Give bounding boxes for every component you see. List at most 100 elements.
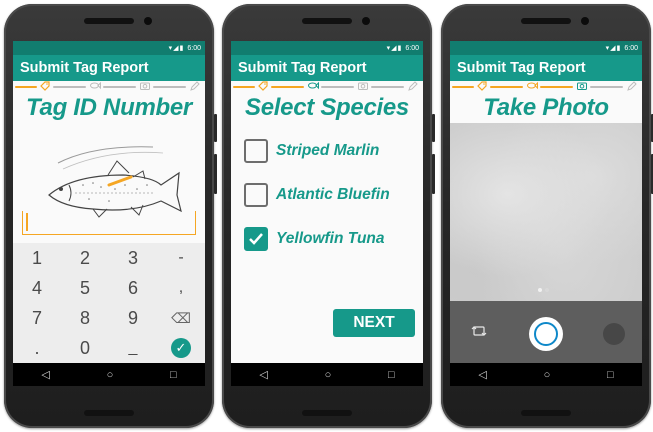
phone-frame-tag-id: ▾◢▮ 6:00 Submit Tag Report Tag ID Number… bbox=[4, 4, 217, 428]
step-line bbox=[103, 86, 136, 88]
species-option-yellowfin-tuna[interactable]: Yellowfin Tuna bbox=[231, 217, 423, 261]
backspace-icon[interactable]: ⌫ bbox=[157, 303, 205, 333]
fish-illustration bbox=[13, 123, 205, 221]
page-title: Tag ID Number bbox=[26, 94, 192, 121]
phone-frame-species: ▾◢▮ 6:00 Submit Tag Report Select Specie… bbox=[222, 4, 435, 428]
volume-button bbox=[214, 114, 217, 142]
back-icon[interactable]: ◁ bbox=[478, 368, 486, 381]
key-comma[interactable]: , bbox=[157, 273, 205, 303]
fish-icon bbox=[89, 81, 101, 93]
shutter-ring bbox=[534, 322, 558, 346]
key-0[interactable]: 0 bbox=[61, 333, 109, 363]
progress-stepper bbox=[231, 81, 423, 93]
screen-photo: ▾◢▮ 6:00 Submit Tag Report Take Photo ◁ … bbox=[450, 41, 642, 386]
status-bar: ▾◢▮ 6:00 bbox=[231, 41, 423, 55]
check-icon: ✓ bbox=[171, 338, 191, 358]
volume-button bbox=[432, 114, 435, 142]
recents-icon[interactable]: □ bbox=[170, 369, 177, 381]
status-icons: ▾◢▮ bbox=[386, 45, 403, 52]
speaker-grille bbox=[84, 410, 134, 416]
app-bar: Submit Tag Report bbox=[13, 55, 205, 81]
key-6[interactable]: 6 bbox=[109, 273, 157, 303]
nav-bar: ◁ ○ □ bbox=[13, 363, 205, 386]
front-camera bbox=[144, 17, 152, 25]
step-line bbox=[321, 86, 354, 88]
check-icon bbox=[249, 233, 263, 245]
step-line bbox=[233, 86, 255, 88]
back-icon[interactable]: ◁ bbox=[259, 368, 267, 381]
home-icon[interactable]: ○ bbox=[107, 369, 114, 381]
back-icon[interactable]: ◁ bbox=[41, 368, 49, 381]
page-title: Take Photo bbox=[483, 94, 609, 121]
key-minus[interactable]: - bbox=[157, 243, 205, 273]
step-line bbox=[53, 86, 86, 88]
key-7[interactable]: 7 bbox=[13, 303, 61, 333]
progress-stepper bbox=[450, 81, 642, 93]
app-bar: Submit Tag Report bbox=[450, 55, 642, 81]
app-title: Submit Tag Report bbox=[238, 60, 367, 76]
screen-species: ▾◢▮ 6:00 Submit Tag Report Select Specie… bbox=[231, 41, 423, 386]
species-label: Yellowfin Tuna bbox=[276, 230, 385, 247]
next-button[interactable]: NEXT bbox=[333, 309, 415, 337]
checkbox[interactable] bbox=[244, 139, 268, 163]
species-option-atlantic-bluefin[interactable]: Atlantic Bluefin bbox=[231, 173, 423, 217]
status-bar: ▾◢▮ 6:00 bbox=[450, 41, 642, 55]
gallery-thumbnail[interactable] bbox=[603, 323, 625, 345]
recents-icon[interactable]: □ bbox=[607, 369, 614, 381]
key-8[interactable]: 8 bbox=[61, 303, 109, 333]
camera-icon bbox=[576, 81, 588, 93]
checkbox-checked[interactable] bbox=[244, 227, 268, 251]
step-line bbox=[15, 86, 37, 88]
key-3[interactable]: 3 bbox=[109, 243, 157, 273]
switch-camera-icon[interactable] bbox=[470, 323, 488, 341]
status-time: 6:00 bbox=[624, 44, 638, 52]
camera-viewfinder[interactable] bbox=[450, 123, 642, 301]
pencil-icon bbox=[189, 81, 201, 93]
page-dot-active bbox=[538, 288, 542, 292]
recents-icon[interactable]: □ bbox=[388, 369, 395, 381]
screen-tag-id: ▾◢▮ 6:00 Submit Tag Report Tag ID Number… bbox=[13, 41, 205, 386]
page-indicator bbox=[538, 288, 549, 292]
tag-icon bbox=[257, 81, 269, 93]
status-time: 6:00 bbox=[187, 44, 201, 52]
tag-icon bbox=[39, 81, 51, 93]
key-5[interactable]: 5 bbox=[61, 273, 109, 303]
key-4[interactable]: 4 bbox=[13, 273, 61, 303]
speaker-grille bbox=[302, 410, 352, 416]
power-button bbox=[432, 154, 435, 194]
species-option-striped-marlin[interactable]: Striped Marlin bbox=[231, 129, 423, 173]
shutter-button[interactable] bbox=[529, 317, 563, 351]
home-icon[interactable]: ○ bbox=[325, 369, 332, 381]
speaker-grille bbox=[84, 18, 134, 24]
numeric-keypad: 1 2 3 - 4 5 6 , 7 8 9 ⌫ . 0 _ ✓ bbox=[13, 243, 205, 363]
page-dot bbox=[545, 288, 549, 292]
status-icons: ▾◢▮ bbox=[168, 45, 185, 52]
checkbox[interactable] bbox=[244, 183, 268, 207]
step-line bbox=[590, 86, 623, 88]
speaker-grille bbox=[302, 18, 352, 24]
power-button bbox=[214, 154, 217, 194]
fish-icon bbox=[307, 81, 319, 93]
step-line bbox=[540, 86, 573, 88]
speaker-grille bbox=[521, 410, 571, 416]
progress-stepper bbox=[13, 81, 205, 93]
key-period[interactable]: . bbox=[13, 333, 61, 363]
status-time: 6:00 bbox=[405, 44, 419, 52]
key-1[interactable]: 1 bbox=[13, 243, 61, 273]
page-title: Select Species bbox=[245, 94, 409, 121]
tag-id-input[interactable] bbox=[22, 211, 196, 235]
front-camera bbox=[362, 17, 370, 25]
step-line bbox=[490, 86, 523, 88]
key-space[interactable]: _ bbox=[109, 333, 157, 363]
nav-bar: ◁ ○ □ bbox=[450, 363, 642, 386]
tag-icon bbox=[476, 81, 488, 93]
key-9[interactable]: 9 bbox=[109, 303, 157, 333]
front-camera bbox=[581, 17, 589, 25]
key-2[interactable]: 2 bbox=[61, 243, 109, 273]
nav-bar: ◁ ○ □ bbox=[231, 363, 423, 386]
camera-icon bbox=[357, 81, 369, 93]
step-line bbox=[271, 86, 304, 88]
home-icon[interactable]: ○ bbox=[544, 369, 551, 381]
key-enter[interactable]: ✓ bbox=[157, 333, 205, 363]
step-line bbox=[153, 86, 186, 88]
